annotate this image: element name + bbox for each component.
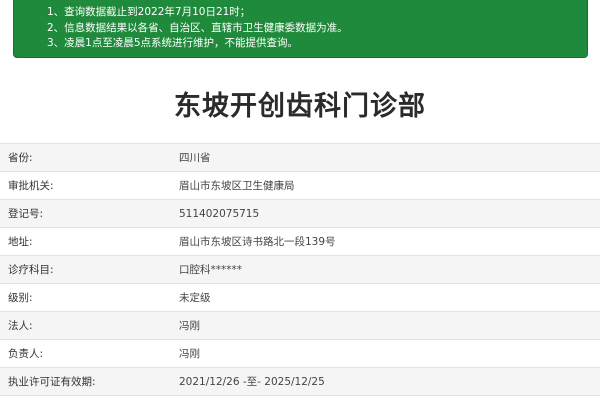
license-validity-label: 执业许可证有效期: [0, 367, 167, 396]
legal-representative-value: 冯刚 [167, 311, 600, 340]
approval-authority-label: 审批机关: [0, 171, 167, 200]
address-value: 眉山市东坡区诗书路北一段139号 [167, 227, 600, 256]
notice-line-3: 3、凌晨1点至凌晨5点系统进行维护，不能提供查询。 [47, 37, 299, 49]
treatment-subjects-value: 口腔科****** [167, 255, 600, 284]
info-table: 省份: 四川省 审批机关: 眉山市东坡区卫生健康局 登记号: 511402075… [0, 143, 600, 396]
page-title: 东坡开创齿科门诊部 [174, 91, 426, 122]
table-row: 省份: 四川省 [0, 143, 600, 172]
registration-number-label: 登记号: [0, 199, 167, 228]
table-row: 登记号: 511402075715 [0, 199, 600, 228]
table-row: 负责人: 冯刚 [0, 339, 600, 368]
registration-number-value: 511402075715 [167, 199, 600, 228]
table-row: 级别: 未定级 [0, 283, 600, 312]
person-in-charge-label: 负责人: [0, 339, 167, 368]
person-in-charge-value: 冯刚 [167, 339, 600, 368]
notice-line-1: 1、查询数据截止到2022年7月10日21时； [47, 6, 251, 18]
notice-line-2: 2、信息数据结果以各省、自治区、直辖市卫生健康委数据为准。 [47, 21, 348, 34]
table-row: 法人: 冯刚 [0, 311, 600, 340]
treatment-subjects-label: 诊疗科目: [0, 255, 167, 284]
level-label: 级别: [0, 283, 167, 312]
table-row: 诊疗科目: 口腔科****** [0, 255, 600, 284]
table-row: 执业许可证有效期: 2021/12/26 -至- 2025/12/25 [0, 367, 600, 396]
level-value: 未定级 [167, 283, 600, 312]
address-label: 地址: [0, 227, 167, 256]
notice-banner: 1、查询数据截止到2022年7月10日21时； 2、信息数据结果以各省、自治区、… [13, 0, 588, 58]
legal-representative-label: 法人: [0, 311, 167, 340]
license-validity-value: 2021/12/26 -至- 2025/12/25 [167, 367, 600, 396]
table-row: 地址: 眉山市东坡区诗书路北一段139号 [0, 227, 600, 256]
approval-authority-value: 眉山市东坡区卫生健康局 [167, 171, 600, 200]
province-value: 四川省 [167, 143, 600, 172]
table-row: 审批机关: 眉山市东坡区卫生健康局 [0, 171, 600, 200]
province-label: 省份: [0, 143, 167, 172]
